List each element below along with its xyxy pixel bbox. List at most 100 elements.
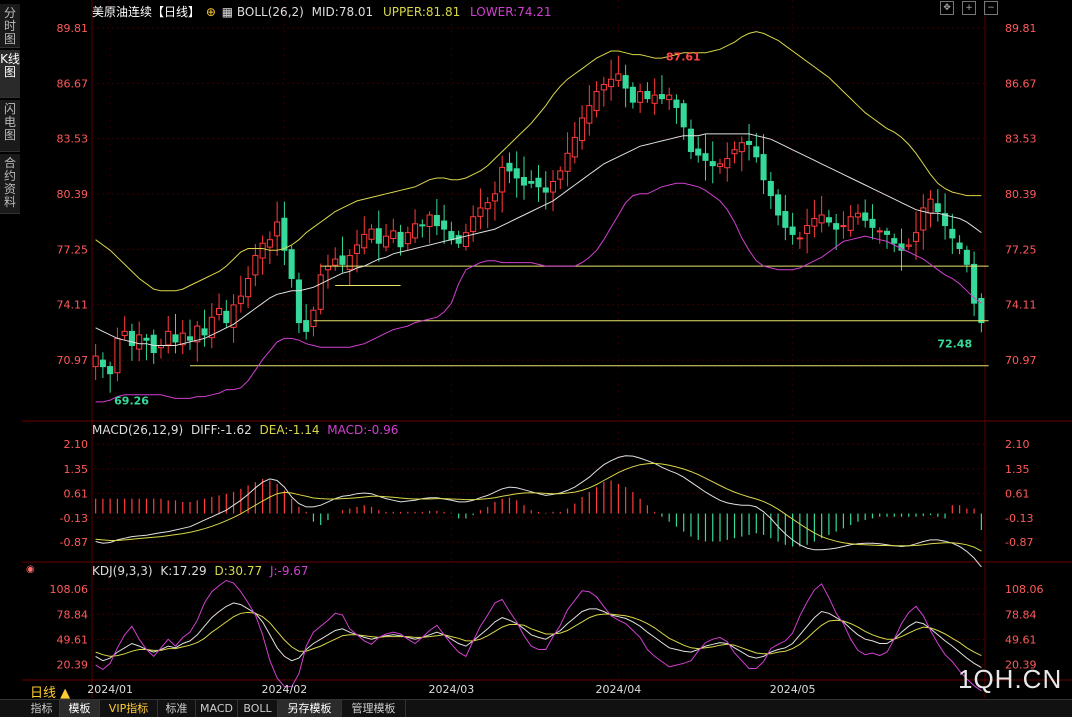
candle-body bbox=[775, 194, 782, 216]
bottom-toolbar: 指标 模板 VIP指标 标准 MACD BOLL 另存模板 管理模板 bbox=[0, 699, 1072, 717]
candle-body bbox=[274, 221, 281, 237]
candle-body bbox=[927, 198, 934, 214]
candle-body bbox=[499, 166, 506, 193]
candle-body bbox=[804, 225, 811, 234]
candle-body bbox=[825, 217, 832, 223]
candle-body bbox=[245, 277, 252, 298]
candle-body bbox=[557, 170, 564, 180]
candle-body bbox=[92, 355, 99, 368]
move-icon[interactable]: ✥ bbox=[940, 1, 954, 15]
y-tick-label-right: 86.67 bbox=[1005, 77, 1037, 90]
y-tick-label-right: -0.13 bbox=[1005, 512, 1033, 525]
candle-body bbox=[99, 359, 106, 368]
candle-body bbox=[731, 149, 738, 155]
y-tick-label-left: 20.39 bbox=[57, 659, 89, 672]
candle-body bbox=[702, 153, 709, 161]
target-icon[interactable]: ◉ bbox=[26, 564, 35, 575]
candle-body bbox=[622, 75, 629, 89]
candle-body bbox=[695, 148, 702, 156]
candle-body bbox=[847, 216, 854, 231]
y-tick-label-left: 108.06 bbox=[50, 583, 89, 596]
y-tick-label-right: 78.84 bbox=[1005, 608, 1037, 621]
y-tick-label-left: -0.87 bbox=[60, 536, 88, 549]
candle-body bbox=[506, 162, 513, 172]
candle-body bbox=[709, 161, 716, 167]
kdj-k-value: K:17.29 bbox=[160, 564, 207, 578]
bottom-tab-standard[interactable]: 标准 bbox=[158, 700, 196, 717]
candle-body bbox=[353, 244, 361, 254]
candle-body bbox=[237, 295, 244, 304]
y-tick-label-left: 83.53 bbox=[57, 133, 89, 146]
bottom-tab-manage-template[interactable]: 管理模板 bbox=[342, 700, 406, 717]
candle-body bbox=[789, 226, 796, 235]
candle-body bbox=[608, 78, 615, 88]
candle-body bbox=[963, 249, 970, 265]
zoom-in-icon[interactable]: + bbox=[962, 1, 976, 15]
candle-body bbox=[266, 239, 273, 248]
bottom-tab-vip-indicator[interactable]: VIP指标 bbox=[100, 700, 158, 717]
candle-body bbox=[361, 233, 368, 249]
candle-body bbox=[426, 214, 433, 227]
boll-mid-value: MID:78.01 bbox=[311, 5, 374, 19]
y-tick-label-left: -0.13 bbox=[60, 512, 88, 525]
candle-body bbox=[128, 330, 135, 346]
bottom-tab-indicator[interactable]: 指标 bbox=[24, 700, 60, 717]
candle-body bbox=[303, 320, 310, 332]
y-tick-label-left: 0.61 bbox=[64, 487, 89, 500]
bottom-tab-boll[interactable]: BOLL bbox=[238, 700, 278, 717]
y-tick-label-left: 78.84 bbox=[57, 608, 89, 621]
price-header: 美原油连续【日线】 ⊕ ▦ BOLL(26,2) MID:78.01 UPPER… bbox=[92, 3, 552, 20]
bottom-tab-macd[interactable]: MACD bbox=[196, 700, 238, 717]
y-tick-label-right: 49.61 bbox=[1005, 633, 1037, 646]
y-tick-label-left: 77.25 bbox=[57, 243, 89, 256]
boll-lower-line bbox=[95, 182, 982, 403]
candle-body bbox=[114, 337, 121, 374]
candle-body bbox=[332, 258, 339, 266]
macd-panel bbox=[95, 455, 982, 568]
side-tab-contract-info[interactable]: 合约资料 bbox=[0, 154, 20, 214]
grid-icon[interactable]: ▦ bbox=[222, 5, 233, 19]
kdj-d-value: D:30.77 bbox=[214, 564, 263, 578]
candle-body bbox=[746, 140, 753, 145]
watermark-logo: 1QH.CN bbox=[958, 664, 1063, 694]
candle-body bbox=[288, 249, 295, 279]
candle-body bbox=[281, 217, 288, 251]
y-tick-label-right: 108.06 bbox=[1005, 583, 1044, 596]
candle-body bbox=[891, 238, 898, 244]
chart-canvas: 87.61 69.26 72.48 89.81 89.81 86.67 86.67 83.5… bbox=[22, 0, 1072, 698]
y-tick-label-right: 83.53 bbox=[1005, 133, 1037, 146]
candle-body bbox=[644, 90, 651, 100]
candle-body bbox=[564, 152, 571, 172]
candle-body bbox=[934, 203, 941, 212]
candle-body bbox=[223, 310, 230, 324]
side-tab-lightning[interactable]: 闪电图 bbox=[0, 100, 20, 152]
candle-body bbox=[767, 180, 774, 197]
zoom-out-icon[interactable]: − bbox=[984, 1, 998, 15]
candle-body bbox=[666, 94, 673, 101]
candle-body bbox=[252, 255, 259, 276]
candle-body bbox=[201, 328, 208, 336]
bottom-tab-save-template[interactable]: 另存模板 bbox=[278, 700, 342, 717]
candle-body bbox=[724, 158, 731, 169]
boll-lower-value: LOWER:74.21 bbox=[470, 5, 552, 19]
y-tick-label-right: 77.25 bbox=[1005, 243, 1037, 256]
settings-icon[interactable]: ⊕ bbox=[206, 5, 216, 19]
candle-body bbox=[637, 91, 644, 103]
candle-body bbox=[520, 176, 528, 186]
side-tab-timeshare[interactable]: 分时图 bbox=[0, 4, 20, 48]
candle-body bbox=[535, 177, 542, 188]
candle-body bbox=[586, 105, 593, 124]
candle-body bbox=[862, 212, 869, 221]
candle-body bbox=[310, 309, 317, 328]
boll-label: BOLL(26,2) bbox=[236, 5, 304, 19]
candle-body bbox=[949, 228, 956, 239]
y-tick-label-left: 89.81 bbox=[57, 22, 89, 35]
candle-body bbox=[433, 215, 440, 227]
candle-body bbox=[172, 334, 179, 343]
price-panel: 87.61 69.26 72.48 bbox=[92, 31, 989, 407]
candle-body bbox=[484, 202, 491, 210]
candle-body bbox=[549, 181, 557, 193]
macd-macd-value: MACD:-0.96 bbox=[327, 423, 399, 437]
side-tab-kline[interactable]: K线图 bbox=[0, 50, 20, 98]
bottom-tab-template[interactable]: 模板 bbox=[60, 700, 100, 717]
